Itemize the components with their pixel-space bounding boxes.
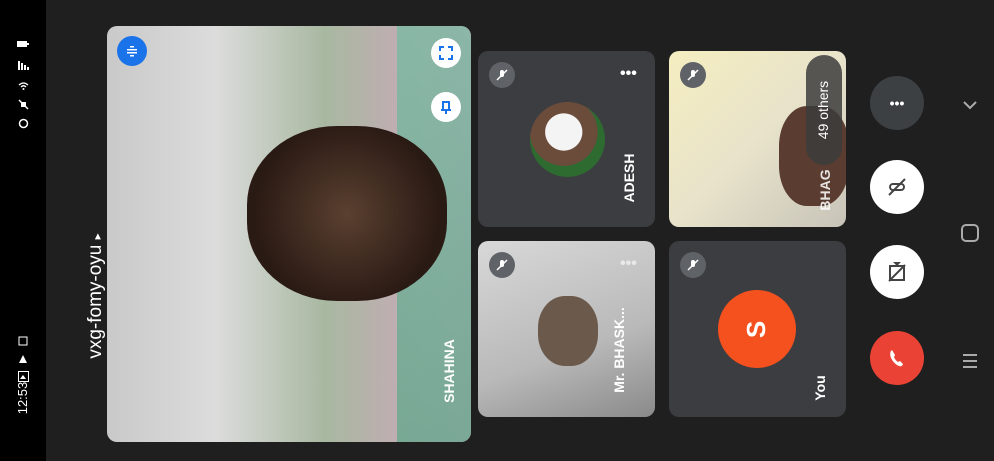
participant-tile-bhask[interactable]: ••• Mr. BHASK... [478, 241, 655, 417]
signal-icon [17, 60, 29, 72]
tile-menu-icon[interactable]: ••• [620, 255, 637, 273]
android-nav-bar [945, 0, 994, 461]
fullscreen-icon[interactable] [431, 38, 461, 68]
pinned-video-tile[interactable]: SHAHINA [107, 26, 471, 442]
status-bar: 12:53 [0, 0, 46, 461]
mic-off-icon [680, 62, 706, 88]
end-call-button[interactable] [870, 331, 924, 385]
mic-off-icon [489, 62, 515, 88]
battery-icon [17, 38, 29, 50]
meeting-code[interactable]: vxg-fomy-oyu ▸ [85, 221, 107, 371]
cast-icon [17, 336, 29, 348]
mic-off-icon [489, 252, 515, 278]
participant-name: You [812, 375, 828, 401]
participant-tile-adesh[interactable]: ••• ADESH [478, 51, 655, 227]
home-icon[interactable] [959, 222, 981, 244]
camera-off-icon [888, 262, 906, 282]
tile-menu-icon[interactable]: ••• [620, 65, 637, 83]
recents-icon[interactable] [959, 350, 981, 372]
participant-name: SHAHINA [441, 339, 457, 403]
participant-name: Mr. BHASK... [611, 307, 627, 393]
participant-video-face [247, 126, 447, 301]
others-count: 49 others [815, 80, 831, 140]
wifi-icon [17, 80, 29, 92]
play-icon [17, 354, 29, 366]
participant-name: BHAG [817, 169, 833, 211]
alarm-icon [17, 118, 29, 130]
meet-call-screen: 12:53 vxg-fomy-oyu ▸ SHAHINA ••• ADESH B… [0, 0, 994, 461]
avatar [530, 102, 605, 177]
chevron-down-icon[interactable] [960, 95, 980, 115]
camera-toggle-button[interactable] [870, 245, 924, 299]
audio-level-icon [117, 36, 147, 66]
meeting-code-text: vxg-fomy-oyu [85, 244, 106, 359]
gallery-icon [17, 371, 29, 383]
more-options-button[interactable]: ••• [870, 76, 924, 130]
chevron-right-icon: ▸ [90, 233, 104, 240]
meeting-top-bar: vxg-fomy-oyu ▸ [46, 0, 129, 461]
participant-tile-you[interactable]: S You [669, 241, 846, 417]
mic-off-icon [888, 178, 906, 196]
others-count-chip[interactable]: 49 others [806, 55, 842, 165]
participant-video [538, 296, 598, 366]
mic-toggle-button[interactable] [870, 160, 924, 214]
phone-icon [890, 350, 903, 367]
more-icon: ••• [889, 95, 905, 111]
unpin-icon[interactable] [431, 92, 461, 122]
avatar-letter: S [741, 320, 772, 338]
mute-status-icon [17, 99, 29, 111]
mic-off-icon [680, 252, 706, 278]
participant-name: ADESH [621, 153, 637, 203]
avatar: S [718, 290, 796, 368]
